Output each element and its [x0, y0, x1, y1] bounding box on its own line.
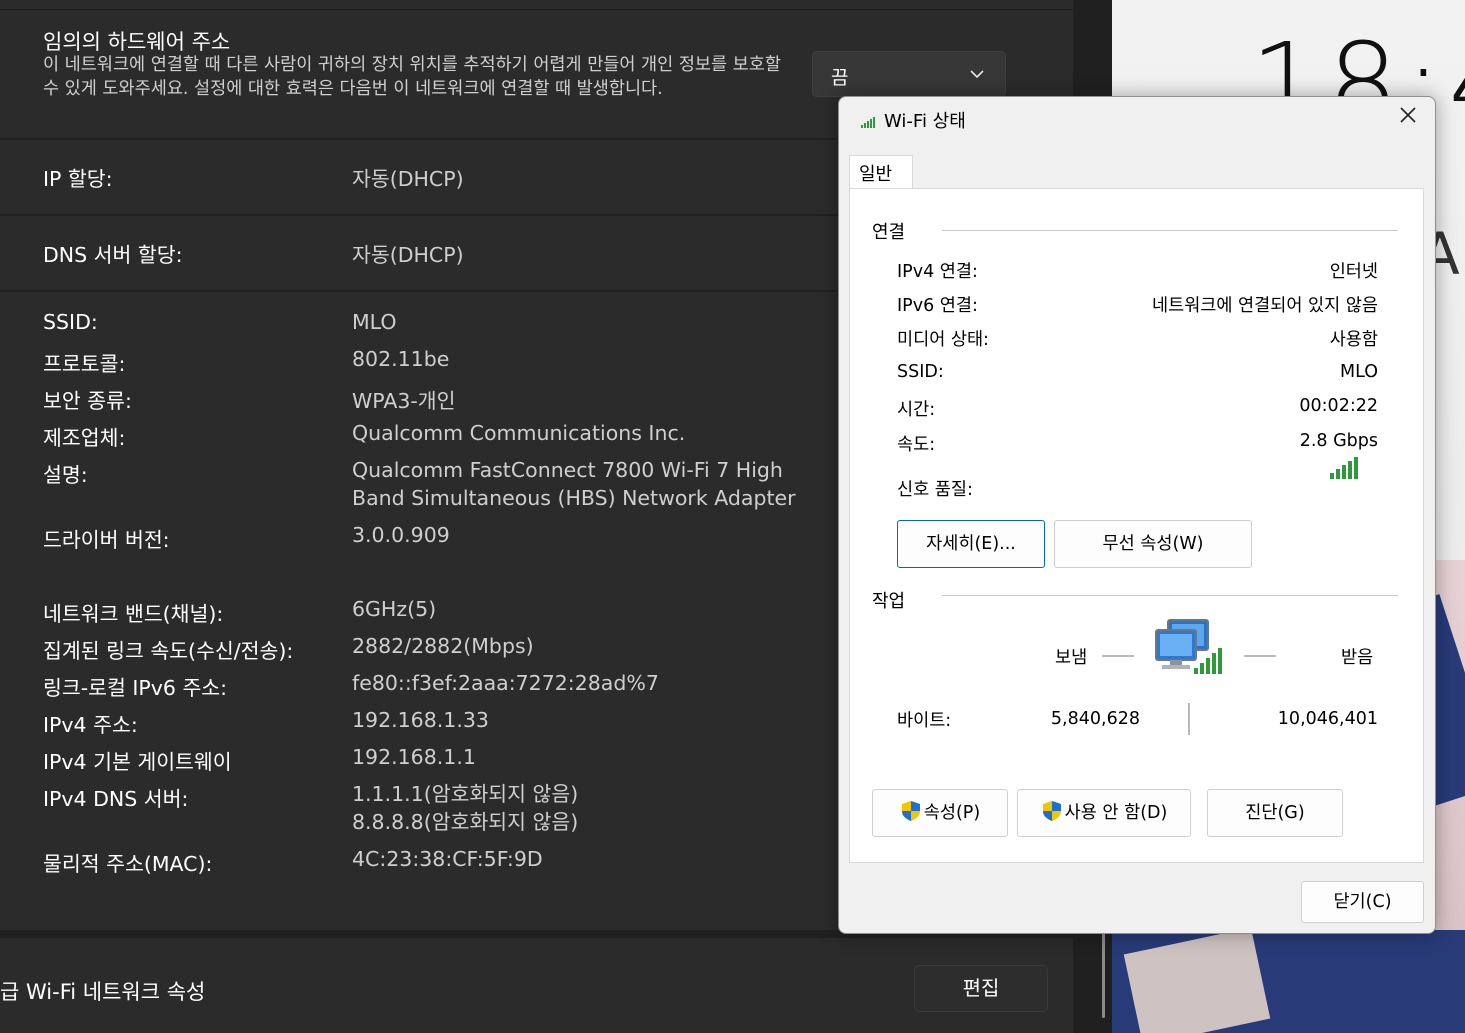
prop-value[interactable]: 3.0.0.909 — [352, 523, 450, 547]
bytes-sent-value: 5,840,628 — [1050, 709, 1140, 729]
received-line — [1244, 655, 1276, 657]
random-hw-title: 임의의 하드웨어 주소 — [43, 30, 231, 54]
prop-value[interactable]: 192.168.1.1 — [352, 745, 476, 769]
prop-label: 네트워크 밴드(채널): — [43, 602, 224, 626]
prop-label: SSID: — [43, 310, 98, 334]
random-hw-dropdown[interactable]: 끔 — [812, 51, 1006, 97]
properties-button[interactable]: 속성(P) — [872, 789, 1008, 837]
prop-value[interactable]: 6GHz(5) — [352, 597, 436, 621]
sent-label: 보냄 — [1055, 648, 1088, 668]
uac-shield-icon — [900, 794, 922, 821]
disable-button[interactable]: 사용 안 함(D) — [1017, 789, 1191, 837]
tab-general[interactable]: 일반 — [849, 155, 913, 189]
ipv4-connection-label: IPv4 연결: — [897, 262, 978, 282]
prop-label: IPv4 기본 게이트웨이 — [43, 750, 232, 774]
ssid-value: MLO — [1340, 362, 1378, 382]
properties-button-label: 속성(P) — [923, 803, 981, 823]
advanced-properties-card: 급 Wi-Fi 네트워크 속성 편집 — [0, 938, 1073, 1033]
close-icon[interactable] — [1396, 103, 1420, 134]
random-hw-dropdown-value: 끔 — [831, 67, 849, 89]
wireless-properties-button[interactable]: 무선 속성(W) — [1054, 520, 1252, 568]
chevron-down-icon — [970, 64, 984, 83]
sent-line — [1102, 655, 1134, 657]
diagnose-button[interactable]: 진단(G) — [1207, 789, 1343, 837]
prop-label: 보안 종류: — [43, 389, 132, 413]
prop-value[interactable]: Qualcomm Communications Inc. — [352, 421, 685, 445]
duration-value: 00:02:22 — [1299, 396, 1378, 416]
prop-value[interactable]: 4C:23:38:CF:5F:9D — [352, 847, 543, 871]
close-button[interactable]: 닫기(C) — [1301, 881, 1424, 923]
group-divider — [942, 595, 1398, 596]
ipv4-connection-value: 인터넷 — [1329, 262, 1378, 282]
prop-label: 설명: — [43, 463, 88, 487]
received-label: 받음 — [1341, 648, 1374, 668]
speed-label: 속도: — [897, 435, 936, 455]
dialog-titlebar[interactable]: Wi-Fi 상태 — [839, 97, 1435, 143]
prop-value[interactable]: 802.11be — [352, 347, 449, 371]
prop-label: 집계된 링크 속도(수신/전송): — [43, 639, 294, 663]
speed-value: 2.8 Gbps — [1299, 431, 1378, 451]
prop-value[interactable]: fe80::f3ef:2aaa:7272:28ad%7 — [352, 671, 659, 695]
prop-label: 제조업체: — [43, 426, 126, 450]
connection-group-title: 연결 — [872, 222, 906, 243]
general-panel: 연결 IPv4 연결: 인터넷 IPv6 연결: 네트워크에 연결되어 있지 않… — [849, 188, 1424, 863]
signal-strength-icon — [1330, 455, 1362, 483]
group-divider — [942, 230, 1398, 231]
tab-general-label: 일반 — [859, 164, 893, 185]
dns-assignment-value: 자동(DHCP) — [352, 243, 464, 267]
dialog-title: Wi-Fi 상태 — [884, 111, 966, 132]
bytes-separator — [1188, 703, 1190, 735]
prop-label: 프로토콜: — [43, 352, 126, 376]
signal-quality-label: 신호 품질: — [897, 480, 973, 500]
divider — [0, 9, 1073, 10]
prop-value[interactable]: 192.168.1.33 — [352, 708, 489, 732]
prop-value[interactable]: Qualcomm FastConnect 7800 Wi-Fi 7 High B… — [352, 456, 832, 512]
ipv6-connection-value: 네트워크에 연결되어 있지 않음 — [1152, 296, 1378, 316]
duration-label: 시간: — [897, 400, 936, 420]
prop-label: 물리적 주소(MAC): — [43, 852, 213, 876]
bytes-label: 바이트: — [897, 711, 952, 731]
disable-button-label: 사용 안 함(D) — [1064, 803, 1168, 823]
scrollbar[interactable] — [1102, 930, 1105, 1018]
advanced-properties-label: 급 Wi-Fi 네트워크 속성 — [0, 980, 206, 1004]
dns-assignment-label: DNS 서버 할당: — [43, 243, 183, 267]
wifi-signal-icon — [861, 113, 875, 132]
media-state-value: 사용함 — [1329, 330, 1378, 350]
ip-assignment-label: IP 할당: — [43, 167, 113, 191]
media-state-label: 미디어 상태: — [897, 330, 989, 350]
edit-button[interactable]: 편집 — [914, 965, 1048, 1012]
prop-value[interactable]: WPA3-개인 — [352, 384, 456, 414]
wifi-status-dialog: Wi-Fi 상태 일반 연결 IPv4 연결: 인터넷 IPv6 연결: 네트워… — [838, 96, 1436, 934]
prop-label: IPv4 주소: — [43, 713, 138, 737]
prop-label: 링크-로컬 IPv6 주소: — [43, 676, 228, 700]
network-computers-icon — [1154, 618, 1228, 688]
ip-assignment-value: 자동(DHCP) — [352, 167, 464, 191]
prop-value[interactable]: 2882/2882(Mbps) — [352, 634, 534, 658]
prop-value[interactable]: MLO — [352, 310, 397, 334]
bytes-received-value: 10,046,401 — [1277, 709, 1378, 729]
random-hw-description: 이 네트워크에 연결할 때 다른 사람이 귀하의 장치 위치를 추적하기 어렵게… — [43, 55, 781, 99]
prop-label: 드라이버 버전: — [43, 528, 170, 552]
uac-shield-icon — [1041, 794, 1063, 821]
activity-group-title: 작업 — [872, 591, 906, 612]
ipv6-connection-label: IPv6 연결: — [897, 296, 978, 316]
prop-label: IPv4 DNS 서버: — [43, 787, 189, 811]
prop-value[interactable]: 1.1.1.1(암호화되지 않음) 8.8.8.8(암호화되지 않음) — [352, 780, 832, 836]
ssid-label: SSID: — [897, 362, 944, 382]
details-button[interactable]: 자세히(E)... — [897, 520, 1045, 568]
